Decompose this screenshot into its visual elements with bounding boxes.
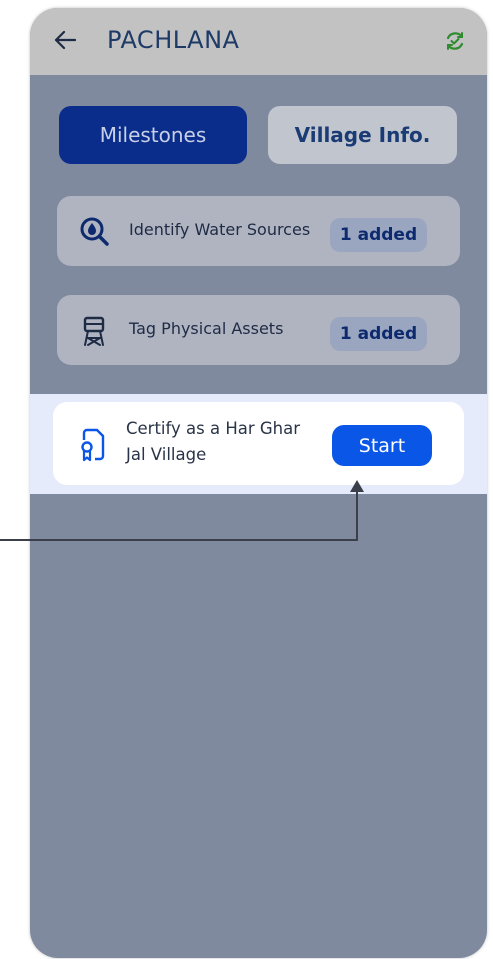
milestone-label: Identify Water Sources bbox=[129, 220, 311, 239]
start-button[interactable]: Start bbox=[332, 425, 432, 466]
milestone-label: Tag Physical Assets bbox=[129, 319, 284, 338]
certify-label-line1: Certify as a Har Ghar bbox=[126, 419, 301, 438]
certificate-icon bbox=[81, 428, 105, 462]
milestone-certify-village[interactable]: Certify as a Har Ghar Jal Village Start bbox=[53, 402, 464, 485]
tab-village-info-label: Village Info. bbox=[294, 123, 431, 147]
tab-milestones[interactable]: Milestones bbox=[59, 106, 247, 164]
sync-check-icon[interactable] bbox=[444, 30, 466, 52]
status-badge: 1 added bbox=[330, 218, 427, 252]
milestone-tag-physical-assets[interactable]: Tag Physical Assets 1 added bbox=[57, 295, 460, 365]
water-tower-icon bbox=[83, 316, 105, 346]
status-badge: 1 added bbox=[330, 317, 427, 351]
milestone-identify-water-sources[interactable]: Identify Water Sources 1 added bbox=[57, 196, 460, 266]
app-bar: PACHLANA bbox=[30, 8, 487, 75]
tab-milestones-label: Milestones bbox=[99, 123, 207, 147]
tab-village-info[interactable]: Village Info. bbox=[268, 106, 457, 164]
water-search-icon bbox=[80, 217, 109, 246]
start-button-label: Start bbox=[358, 434, 406, 457]
page-title: PACHLANA bbox=[107, 26, 240, 54]
certify-label-line2: Jal Village bbox=[126, 445, 207, 464]
arrow-left-icon[interactable] bbox=[54, 30, 76, 50]
certify-label: Certify as a Har Ghar Jal Village bbox=[126, 416, 336, 468]
